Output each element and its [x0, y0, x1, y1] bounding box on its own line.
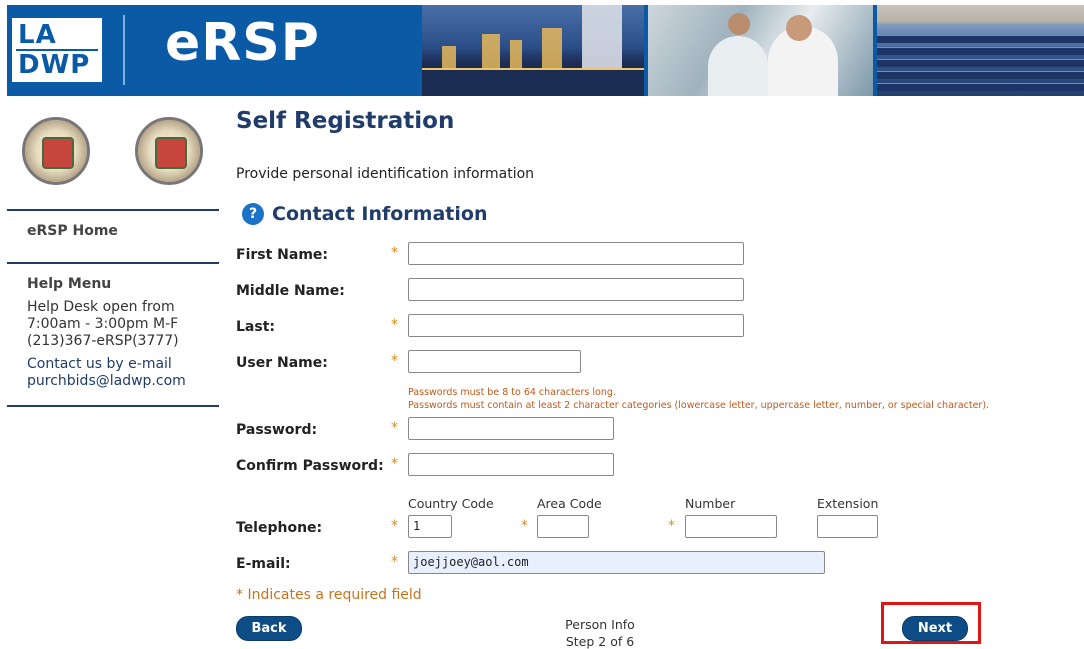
area-code-input[interactable] [537, 515, 589, 538]
city-seal-icon [135, 117, 203, 185]
required-star: * [391, 245, 398, 261]
middle-name-input[interactable] [408, 278, 744, 301]
country-code-input[interactable]: 1 [408, 515, 452, 538]
section-title: Contact Information [272, 203, 488, 225]
password-category-note: Passwords must contain at least 2 charac… [408, 400, 990, 411]
middle-name-label: Middle Name: [236, 283, 345, 299]
telephone-label: Telephone: [236, 520, 323, 536]
required-star: * [391, 456, 398, 472]
page-subtitle: Provide personal identification informat… [236, 166, 535, 182]
city-skyline-photo [422, 5, 644, 96]
next-button-highlight [881, 602, 981, 644]
user-name-label: User Name: [236, 355, 328, 371]
password-input[interactable] [408, 417, 614, 440]
area-code-header: Area Code [537, 496, 602, 511]
confirm-password-input[interactable] [408, 453, 614, 476]
header-divider [123, 15, 125, 85]
first-name-label: First Name: [236, 247, 329, 263]
page-title: Self Registration [236, 108, 455, 134]
dwp-seal-icon [22, 117, 90, 185]
app-brand-title: eRSP [165, 13, 320, 73]
extension-header: Extension [817, 496, 879, 511]
contact-email-link[interactable]: purchbids@ladwp.com [27, 373, 186, 389]
header-banner: LA DWP eRSP [7, 5, 1084, 96]
sidebar-divider [7, 209, 219, 211]
step-title: Person Info [565, 617, 635, 632]
required-star: * [391, 554, 398, 570]
last-name-input[interactable] [408, 314, 744, 337]
number-header: Number [685, 496, 736, 511]
help-hours-line: 7:00am - 3:00pm M-F [27, 316, 179, 332]
step-count: Step 2 of 6 [565, 634, 635, 649]
help-icon[interactable]: ? [242, 203, 264, 225]
help-phone-line: (213)367-eRSP(3777) [27, 333, 179, 349]
required-star: * [668, 518, 675, 534]
sidebar-divider [7, 405, 219, 407]
email-label: E-mail: [236, 556, 291, 572]
help-menu-title: Help Menu [27, 276, 112, 292]
logo-text-top: LA [18, 20, 57, 50]
ladwp-logo[interactable]: LA DWP [12, 18, 102, 82]
first-name-input[interactable] [408, 242, 744, 265]
country-code-header: Country Code [408, 496, 494, 511]
solar-farm-photo [877, 5, 1084, 96]
password-length-note: Passwords must be 8 to 64 characters lon… [408, 387, 616, 398]
last-name-label: Last: [236, 319, 275, 335]
help-desk-line: Help Desk open from [27, 299, 175, 315]
logo-text-bottom: DWP [18, 50, 91, 80]
required-star: * [391, 518, 398, 534]
back-button[interactable]: Back [236, 616, 302, 641]
required-star: * [391, 317, 398, 333]
required-star: * [521, 518, 528, 534]
phone-number-input[interactable] [685, 515, 777, 538]
sidebar-divider [7, 262, 219, 264]
email-input[interactable]: joejjoey@aol.com [408, 551, 825, 574]
sidebar-item-home[interactable]: eRSP Home [27, 223, 118, 239]
password-label: Password: [236, 422, 318, 438]
required-field-note: * Indicates a required field [236, 587, 422, 603]
required-star: * [391, 353, 398, 369]
extension-input[interactable] [817, 515, 878, 538]
required-star: * [391, 420, 398, 436]
confirm-password-label: Confirm Password: [236, 458, 384, 474]
user-name-input[interactable] [408, 350, 581, 373]
laboratory-photo [648, 5, 873, 96]
contact-email-label[interactable]: Contact us by e-mail [27, 356, 172, 372]
